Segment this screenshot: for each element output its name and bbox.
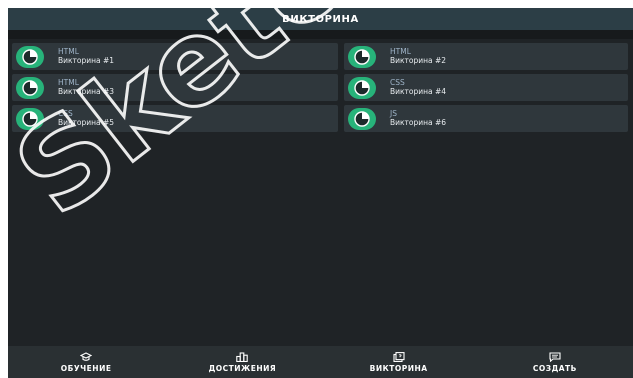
nav-label: ОБУЧЕНИЕ <box>60 363 112 373</box>
quiz-name: Викторина #4 <box>390 87 447 96</box>
quiz-card-5[interactable]: CSS Викторина #5 <box>12 105 338 132</box>
quiz-topic: CSS <box>58 109 73 118</box>
header-divider <box>8 30 633 39</box>
quiz-pie-icon <box>348 107 376 130</box>
quiz-pie-icon <box>16 45 44 68</box>
page-title: ВИКТОРИНА <box>282 13 359 25</box>
quiz-topic: JS <box>390 109 397 118</box>
quiz-name: Викторина #6 <box>390 118 447 127</box>
quiz-pie-icon <box>348 45 376 68</box>
quiz-name: Викторина #2 <box>390 56 447 65</box>
nav-item-quiz[interactable]: ВИКТОРИНА <box>321 346 477 378</box>
quiz-pie-icon <box>16 107 44 130</box>
quiz-icon <box>393 351 405 362</box>
quiz-pie-icon <box>348 76 376 99</box>
quiz-topic: CSS <box>390 78 405 87</box>
nav-item-create[interactable]: СОЗДАТЬ <box>477 346 633 378</box>
quiz-name: Викторина #3 <box>58 87 115 96</box>
quiz-topic: HTML <box>58 47 79 56</box>
quiz-name: Викторина #5 <box>58 118 115 127</box>
quiz-name: Викторина #1 <box>58 56 115 65</box>
quiz-card-6[interactable]: JS Викторина #6 <box>344 105 628 132</box>
nav-item-achievements[interactable]: ДОСТИЖЕНИЯ <box>164 346 320 378</box>
quiz-card-3[interactable]: HTML Викторина #3 <box>12 74 338 101</box>
nav-label: ДОСТИЖЕНИЯ <box>208 363 277 373</box>
quiz-topic: HTML <box>390 47 411 56</box>
quiz-card-1[interactable]: HTML Викторина #1 <box>12 43 338 70</box>
nav-label: ВИКТОРИНА <box>369 363 428 373</box>
message-icon <box>549 351 561 362</box>
graduation-cap-icon <box>80 351 93 361</box>
quiz-list: HTML Викторина #1 HTML Викторина #2 HTML… <box>12 43 633 132</box>
app-window: ВИКТОРИНА HTML Викторина #1 HTML Виктори… <box>8 8 633 378</box>
nav-item-learning[interactable]: ОБУЧЕНИЕ <box>8 346 164 378</box>
header-bar: ВИКТОРИНА <box>8 8 633 30</box>
bottom-nav: ОБУЧЕНИЕ ДОСТИЖЕНИЯ ВИКТОРИНА СОЗДАТЬ <box>8 346 633 378</box>
nav-label: СОЗДАТЬ <box>532 363 577 373</box>
quiz-card-4[interactable]: CSS Викторина #4 <box>344 74 628 101</box>
quiz-pie-icon <box>16 76 44 99</box>
quiz-topic: HTML <box>58 78 79 87</box>
podium-icon <box>236 351 249 362</box>
quiz-card-2[interactable]: HTML Викторина #2 <box>344 43 628 70</box>
